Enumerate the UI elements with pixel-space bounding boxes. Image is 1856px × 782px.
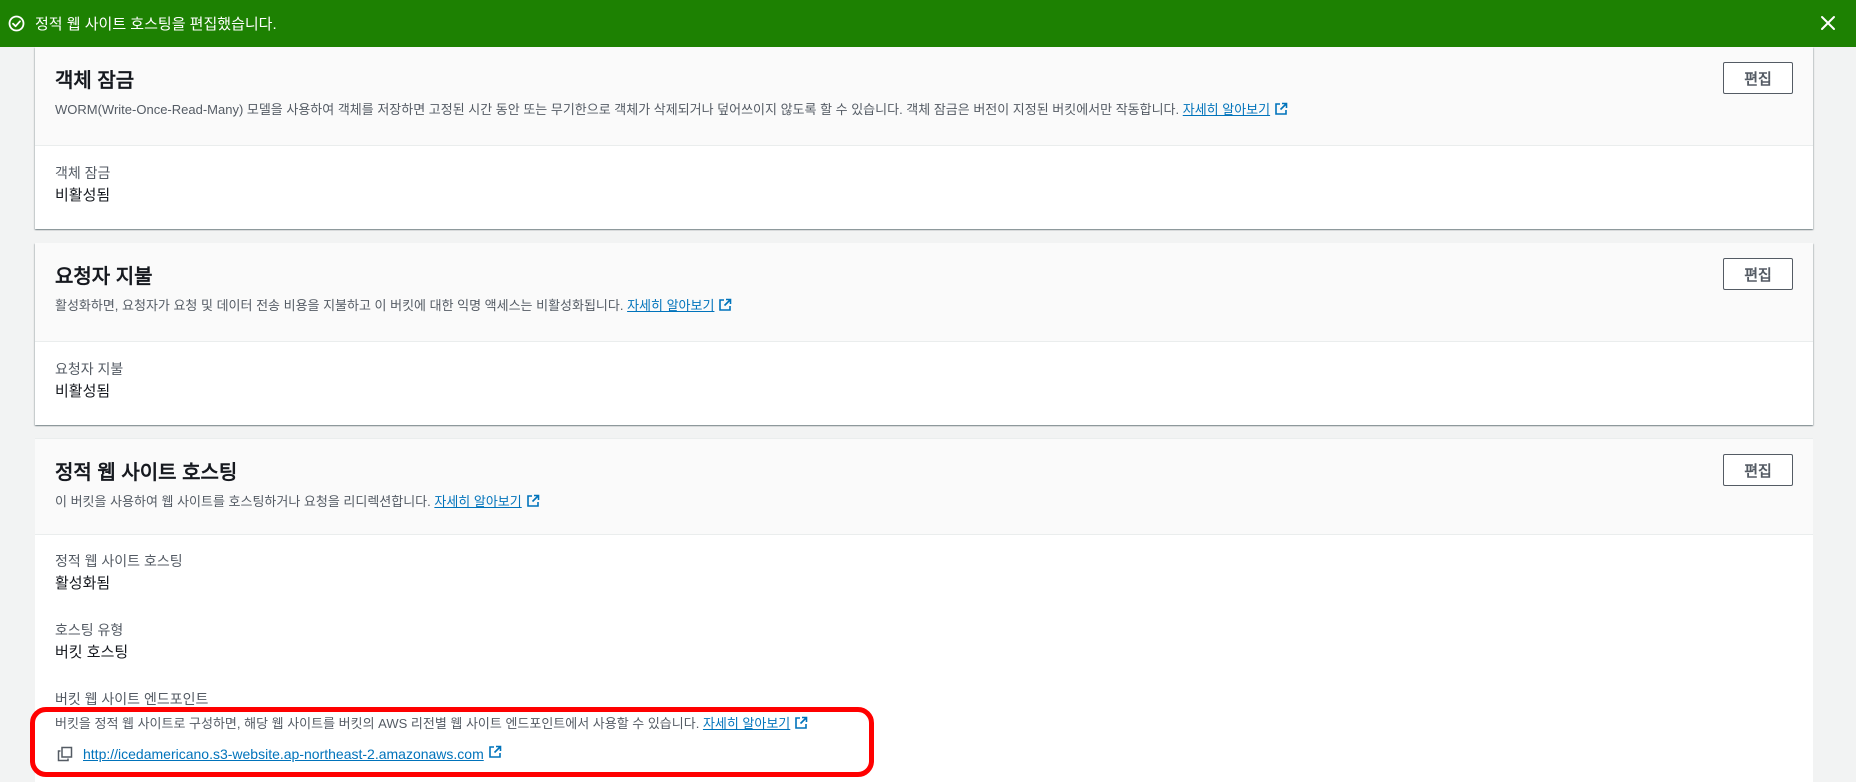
endpoint-group: 버킷 웹 사이트 엔드포인트 버킷을 정적 웹 사이트로 구성하면, 해당 웹 …	[55, 689, 1793, 762]
object-lock-field-value: 비활성됨	[55, 187, 111, 204]
endpoint-description: 버킷을 정적 웹 사이트로 구성하면, 해당 웹 사이트를 버킷의 AWS 리전…	[55, 715, 1793, 735]
hosting-type-group: 호스팅 유형 버킷 호스팅	[55, 620, 1793, 664]
hosting-type-label: 호스팅 유형	[55, 622, 124, 638]
requester-pays-panel: 요청자 지불 활성화하면, 요청자가 요청 및 데이터 전송 비용을 지불하고 …	[35, 243, 1813, 425]
hosting-status-label: 정적 웹 사이트 호스팅	[55, 553, 183, 569]
object-lock-body: 객체 잠금 비활성됨	[35, 146, 1813, 207]
external-link-icon[interactable]	[794, 716, 808, 735]
success-check-icon	[8, 15, 25, 32]
static-hosting-title: 정적 웹 사이트 호스팅	[55, 462, 238, 484]
external-link-icon[interactable]	[488, 745, 502, 762]
external-link-icon[interactable]	[718, 298, 732, 317]
learn-more-link[interactable]: 자세히 알아보기	[1183, 102, 1270, 117]
static-hosting-header: 정적 웹 사이트 호스팅 이 버킷을 사용하여 웹 사이트를 호스팅하거나 요청…	[35, 439, 1813, 535]
endpoint-url-link[interactable]: http://icedamericano.s3-website.ap-north…	[83, 746, 484, 762]
close-icon[interactable]	[1818, 13, 1838, 33]
static-hosting-panel: 정적 웹 사이트 호스팅 이 버킷을 사용하여 웹 사이트를 호스팅하거나 요청…	[35, 438, 1813, 782]
hosting-status-group: 정적 웹 사이트 호스팅 활성화됨	[55, 551, 1793, 595]
requester-pays-field-label: 요청자 지불	[55, 361, 124, 377]
flash-message: 정적 웹 사이트 호스팅을 편집했습니다.	[35, 16, 277, 33]
copy-icon[interactable]	[57, 746, 73, 762]
requester-pays-description: 활성화하면, 요청자가 요청 및 데이터 전송 비용을 지불하고 이 버킷에 대…	[55, 297, 1793, 317]
requester-pays-title: 요청자 지불	[55, 266, 153, 288]
external-link-icon[interactable]	[526, 494, 540, 513]
static-hosting-body: 정적 웹 사이트 호스팅 활성화됨 호스팅 유형 버킷 호스팅 버킷 웹 사이트…	[35, 535, 1813, 762]
object-lock-description: WORM(Write-Once-Read-Many) 모델을 사용하여 객체를 …	[55, 101, 1793, 121]
object-lock-field-label: 객체 잠금	[55, 165, 111, 181]
requester-pays-header: 요청자 지불 활성화하면, 요청자가 요청 및 데이터 전송 비용을 지불하고 …	[35, 243, 1813, 342]
hosting-type-value: 버킷 호스팅	[55, 644, 129, 661]
requester-pays-edit-button[interactable]: 편집	[1723, 258, 1793, 290]
endpoint-label: 버킷 웹 사이트 엔드포인트	[55, 691, 209, 707]
success-flashbar: 정적 웹 사이트 호스팅을 편집했습니다.	[0, 0, 1856, 47]
object-lock-edit-button[interactable]: 편집	[1723, 62, 1793, 94]
learn-more-link[interactable]: 자세히 알아보기	[703, 716, 790, 731]
object-lock-title: 객체 잠금	[55, 70, 135, 92]
learn-more-link[interactable]: 자세히 알아보기	[434, 494, 521, 509]
external-link-icon[interactable]	[1274, 102, 1288, 121]
requester-pays-field-value: 비활성됨	[55, 383, 111, 400]
learn-more-link[interactable]: 자세히 알아보기	[627, 298, 714, 313]
object-lock-header: 객체 잠금 WORM(Write-Once-Read-Many) 모델을 사용하…	[35, 47, 1813, 146]
requester-pays-body: 요청자 지불 비활성됨	[35, 342, 1813, 403]
static-hosting-edit-button[interactable]: 편집	[1723, 454, 1793, 486]
object-lock-panel: 객체 잠금 WORM(Write-Once-Read-Many) 모델을 사용하…	[35, 47, 1813, 229]
static-hosting-description: 이 버킷을 사용하여 웹 사이트를 호스팅하거나 요청을 리디렉션합니다. 자세…	[55, 493, 1793, 513]
hosting-status-value: 활성화됨	[55, 575, 111, 592]
endpoint-row: http://icedamericano.s3-website.ap-north…	[55, 745, 1793, 762]
